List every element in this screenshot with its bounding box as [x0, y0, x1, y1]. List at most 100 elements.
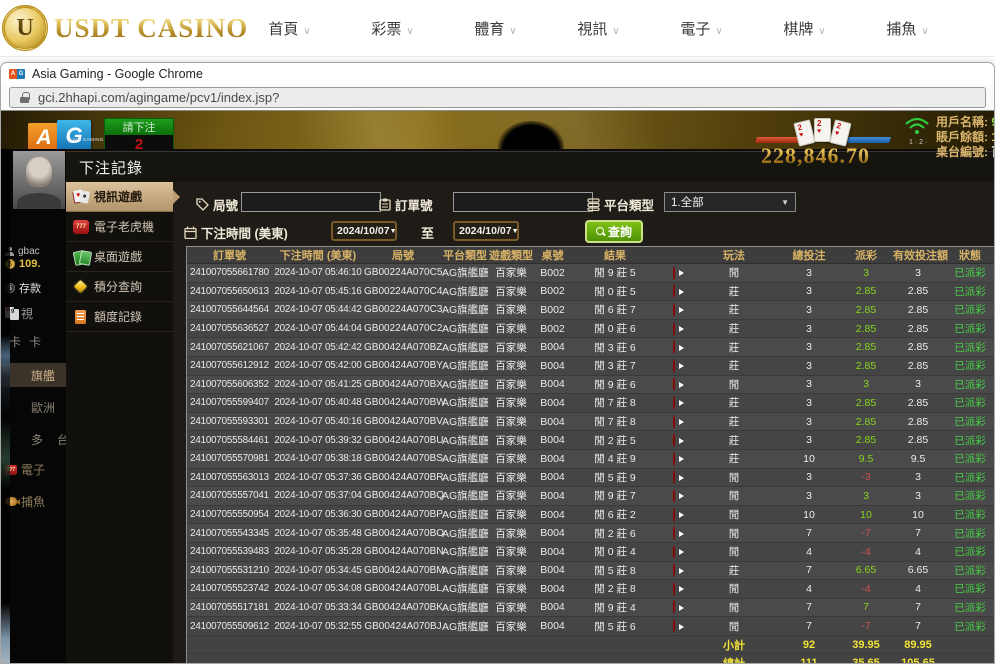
modal-tab[interactable]: 桌面遊戲 [66, 242, 173, 272]
subtotal-bets: 92 [802, 638, 816, 651]
play-video-button[interactable] [673, 526, 675, 541]
nav-item[interactable]: 首頁 ∨ [238, 18, 341, 39]
chrome-titlebar[interactable]: AG Asia Gaming - Google Chrome [1, 63, 994, 85]
cell-payout: 3 [863, 266, 869, 279]
lobby-balance: 109. [19, 258, 41, 270]
lobby-item-fishing[interactable]: 捕魚 [5, 493, 45, 510]
cell-game-type: 百家樂 [495, 416, 527, 429]
cell-platform: AG旗艦廳 [442, 360, 489, 373]
cell-status: 已派彩 [954, 509, 986, 522]
deposit-button[interactable]: $ 存款 [5, 280, 41, 296]
cell-order-no: 241007055543345 [190, 527, 269, 539]
cell-table-no: B004 [540, 601, 565, 614]
play-video-button[interactable] [673, 340, 675, 355]
nav-item[interactable]: 體育 ∨ [444, 18, 547, 39]
play-video-button[interactable] [673, 433, 675, 448]
cell-total-bets: 7 [806, 620, 812, 633]
site-logo[interactable]: U USDT CASINO [2, 5, 248, 51]
date-to-select[interactable]: 2024/10/07 ▼ [453, 221, 519, 241]
cell-platform: AG旗艦廳 [442, 564, 489, 577]
lobby-item-slots[interactable]: 777 電子 [5, 461, 45, 478]
modal-tab[interactable]: 視訊遊戲 [66, 182, 180, 212]
nav-item[interactable]: 棋牌 ∨ [753, 18, 856, 39]
cell-result: 閒 9 莊 4 [594, 601, 636, 614]
cell-status: 已派彩 [954, 453, 986, 466]
cell-payout: -7 [861, 527, 871, 540]
platform-label: 平台類型 [587, 195, 654, 214]
avatar[interactable] [13, 151, 65, 209]
cell-platform: AG旗艦廳 [442, 620, 489, 633]
cell-result: 閒 9 莊 5 [594, 267, 636, 280]
nav-item[interactable]: 電子 ∨ [650, 18, 753, 39]
cell-total-bets: 3 [806, 415, 812, 428]
round-input[interactable] [241, 192, 381, 212]
play-video-button[interactable] [673, 414, 675, 429]
play-video-button[interactable] [673, 470, 675, 485]
cell-bet-type: 莊 [728, 453, 740, 466]
lobby-item-europe[interactable]: 歐洲 [27, 399, 55, 416]
play-video-button[interactable] [673, 377, 675, 392]
date-from-select[interactable]: 2024/10/07 ▼ [331, 221, 397, 241]
modal-tab[interactable]: 電子老虎機 [66, 212, 173, 242]
order-input[interactable] [453, 192, 593, 212]
cell-bet-type: 莊 [728, 341, 740, 354]
play-video-button[interactable] [673, 544, 675, 559]
search-button[interactable]: 查詢 [585, 220, 643, 243]
video-quality-levels[interactable]: 1 · 2 · [909, 139, 927, 147]
subtotal-valid: 89.95 [904, 638, 932, 651]
play-video-button[interactable] [673, 619, 675, 634]
cell-round-no: GB00424A070BX [364, 378, 443, 390]
nav-item[interactable]: 彩票 ∨ [341, 18, 444, 39]
cell-total-bets: 3 [806, 471, 812, 484]
lobby-item-card[interactable]: 卡卡 [5, 333, 49, 350]
cell-bet-time: 2024-10-07 05:33:34 [274, 601, 362, 613]
play-video-button[interactable] [673, 451, 675, 466]
table-row: 241007055584461 2024-10-07 05:39:32 GB00… [187, 431, 994, 450]
col-header: 玩法 [723, 250, 745, 262]
play-video-button[interactable] [673, 488, 675, 503]
modal-tab[interactable]: 積分查詢 [66, 272, 173, 302]
col-header: 訂單號 [213, 250, 246, 262]
dealer-silhouette [498, 121, 564, 149]
play-video-button[interactable] [673, 563, 675, 578]
nav-item-label: 捕魚 [886, 20, 917, 38]
play-video-button[interactable] [673, 358, 675, 373]
cell-table-no: B004 [540, 527, 565, 540]
platform-select[interactable]: 1.全部 ▼ [664, 192, 796, 212]
table-row: 241007055539483 2024-10-07 05:35:28 GB00… [187, 542, 994, 562]
cell-table-no: B004 [540, 415, 565, 428]
chevron-down-icon: ∨ [612, 25, 620, 37]
table-row: 241007055612912 2024-10-07 05:42:00 GB00… [187, 356, 994, 376]
cell-bet-type: 莊 [728, 304, 740, 317]
play-video-button[interactable] [673, 581, 675, 596]
user-info-label: 賬戶餘額: [936, 130, 988, 144]
user-info-value: 百 [991, 145, 994, 159]
play-video-button[interactable] [673, 321, 675, 336]
play-video-button[interactable] [673, 600, 675, 615]
table-row: 241007055523742 2024-10-07 05:34:08 GB00… [187, 580, 994, 599]
play-video-button[interactable] [673, 265, 675, 280]
user-info-label: 用戶名稱: [936, 115, 988, 129]
play-video-button[interactable] [673, 507, 675, 522]
window-title: Asia Gaming - Google Chrome [32, 67, 203, 81]
modal-tab[interactable]: 額度記錄 [66, 302, 173, 332]
cell-platform: AG旗艦廳 [442, 267, 489, 280]
cell-total-bets: 3 [806, 341, 812, 354]
cell-order-no: 241007055599407 [190, 397, 269, 409]
cell-bet-type: 閒 [728, 378, 740, 391]
col-header: 遊戲類型 [489, 250, 533, 262]
nav-item[interactable]: 視訊 ∨ [547, 18, 650, 39]
play-video-button[interactable] [673, 395, 675, 410]
cell-payout: 2.85 [855, 303, 877, 316]
modal-tab-label: 積分查詢 [94, 280, 143, 294]
total-row: 總計 111 35.65 105.65 [187, 654, 994, 663]
play-video-button[interactable] [673, 284, 675, 299]
url-field[interactable]: gci.2hhapi.com/agingame/pcv1/index.jsp? [9, 87, 986, 108]
cell-status: 已派彩 [954, 601, 986, 614]
play-video-button[interactable] [673, 302, 675, 317]
cell-round-no: GB00424A070BN [364, 546, 444, 558]
chevron-down-icon: ∨ [818, 25, 826, 37]
cell-status: 已派彩 [954, 564, 986, 577]
wifi-signal-icon [905, 117, 929, 134]
nav-item[interactable]: 捕魚 ∨ [856, 18, 959, 39]
